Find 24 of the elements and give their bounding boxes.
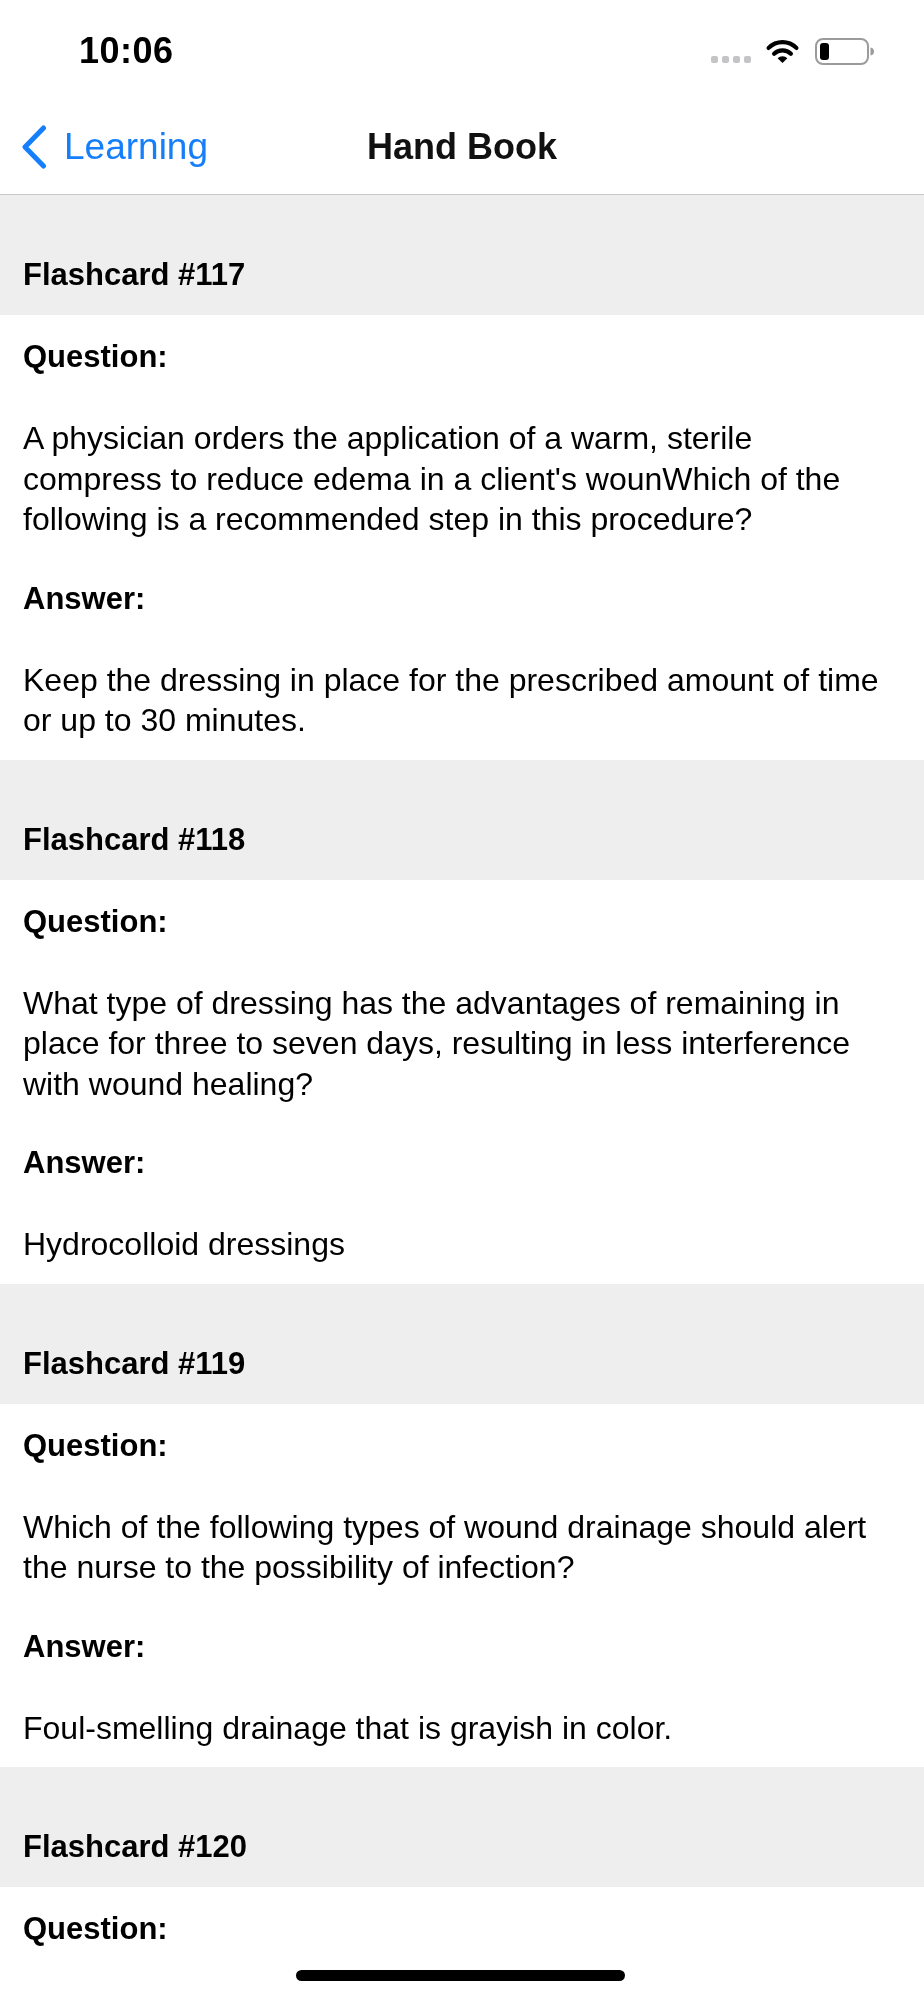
signal-dots-icon — [711, 54, 751, 64]
question-text: A physician orders the application of a warm, sterile compress to reduce edema in a client's wounWhich of the following is a recommended step in this procedure? — [23, 419, 842, 539]
flashcard-title: Flashcard #120 — [23, 1828, 248, 1866]
answer-label: Answer: — [23, 1144, 146, 1182]
flashcard-title: Flashcard #118 — [23, 820, 246, 859]
chevron-left-icon — [21, 125, 47, 169]
answer-text: Foul-smelling drainage that is grayish in color. — [23, 1708, 674, 1748]
status-time: 10:06 — [79, 30, 174, 72]
battery-icon — [815, 37, 875, 65]
question-label: Question: — [23, 1426, 168, 1465]
question-text: What type of dressing has the advantages of remaining in place for three to seven days, resulting in less interference with wound healing? — [23, 983, 852, 1104]
answer-text: Keep the dressing in place for the prescribed amount of time or up to 30 minutes. — [23, 660, 880, 740]
question-label: Question: — [23, 338, 168, 376]
flashcard-title: Flashcard #117 — [23, 256, 246, 294]
nav-title: Hand Book — [367, 125, 557, 169]
back-button[interactable]: Learning — [21, 125, 208, 169]
answer-label: Answer: — [23, 1627, 146, 1666]
answer-label: Answer: — [23, 579, 146, 618]
flashcard-title: Flashcard #119 — [23, 1344, 246, 1383]
question-text: Which of the following types of wound drainage should alert the nurse to the possibility of infection? — [23, 1507, 868, 1587]
answer-text: Hydrocolloid dressings — [23, 1225, 346, 1264]
question-label: Question: — [23, 1910, 168, 1948]
wifi-icon — [765, 38, 800, 64]
question-label: Question: — [23, 902, 168, 941]
